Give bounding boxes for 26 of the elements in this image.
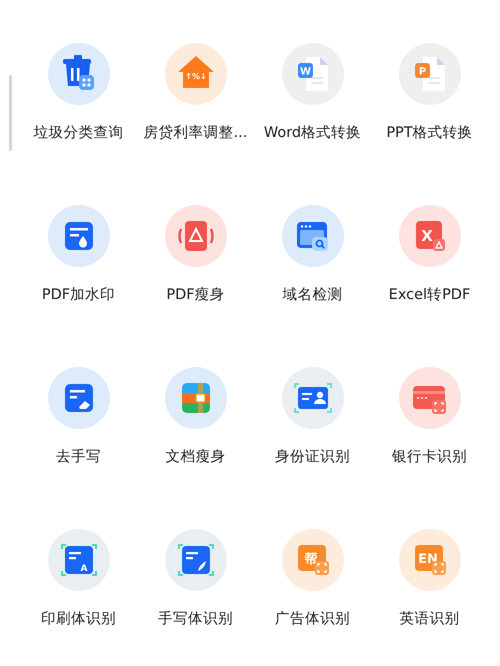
watermark-icon[interactable] bbox=[48, 205, 110, 267]
browser-search-icon[interactable] bbox=[282, 205, 344, 267]
compress-icon[interactable] bbox=[164, 205, 226, 267]
tool-label[interactable]: PPT格式转换 bbox=[386, 124, 473, 142]
eraser-icon[interactable] bbox=[48, 367, 110, 429]
tool-label[interactable]: PDF加水印 bbox=[42, 286, 116, 304]
tool-label[interactable]: 文档瘦身 bbox=[166, 448, 226, 466]
text-scan-icon[interactable]: A bbox=[48, 529, 110, 591]
tool-label[interactable]: 房贷利率调整... bbox=[144, 124, 248, 142]
tool-label[interactable]: Word格式转换 bbox=[264, 124, 362, 142]
id-card-icon[interactable] bbox=[282, 367, 344, 429]
tool-label[interactable]: 印刷体识别 bbox=[41, 610, 116, 628]
belted-file-icon[interactable] bbox=[164, 367, 226, 429]
tool-label[interactable]: PDF瘦身 bbox=[166, 286, 225, 304]
tool-label[interactable]: 去手写 bbox=[56, 448, 101, 466]
handwriting-scan-icon[interactable] bbox=[164, 529, 226, 591]
tool-label[interactable]: 手写体识别 bbox=[158, 610, 233, 628]
tool-label[interactable]: Excel转PDF bbox=[388, 286, 470, 304]
trash-can-icon[interactable] bbox=[48, 43, 110, 105]
bank-card-icon[interactable] bbox=[398, 367, 460, 429]
tool-label[interactable]: 身份证识别 bbox=[275, 448, 350, 466]
tool-label[interactable]: 垃圾分类查询 bbox=[34, 124, 124, 142]
tool-label[interactable]: 英语识别 bbox=[400, 610, 460, 628]
tool-label[interactable]: 广告体识别 bbox=[275, 610, 350, 628]
tool-label[interactable]: 银行卡识别 bbox=[392, 448, 467, 466]
tool-label[interactable]: 域名检测 bbox=[282, 286, 342, 304]
